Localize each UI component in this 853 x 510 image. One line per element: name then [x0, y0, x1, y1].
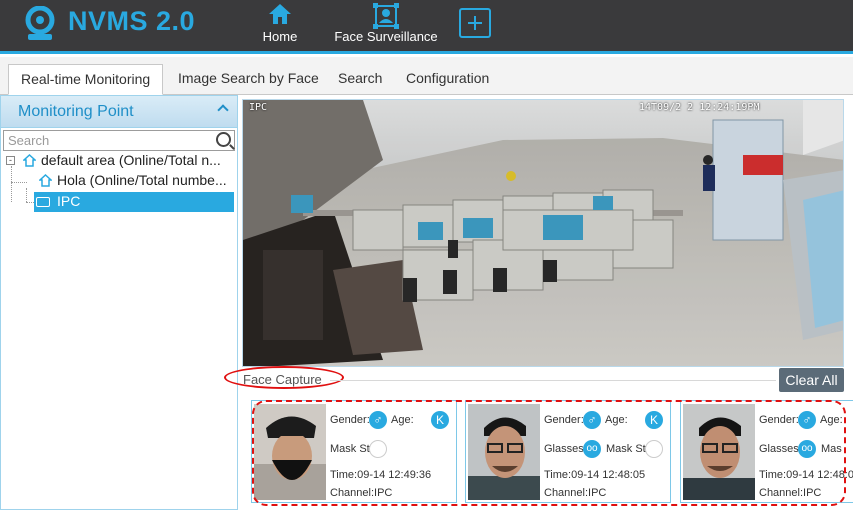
capture-time: Time:09-14 12:48:0: [759, 469, 853, 481]
clear-all-button[interactable]: Clear All: [779, 368, 844, 392]
nav-face-surveillance[interactable]: Face Surveillance: [330, 0, 442, 54]
face-photo: [468, 404, 540, 500]
mask-status-icon: [645, 440, 663, 458]
capture-time: Time:09-14 12:49:36: [330, 469, 432, 481]
tree-item-label: default area (Online/Total n...: [41, 152, 221, 168]
glasses-icon: oo: [798, 440, 816, 458]
glasses-label: Glasses:: [544, 443, 587, 455]
home-icon: [269, 4, 291, 24]
age-label: Age:: [391, 414, 414, 426]
face-capture-card[interactable]: Gender: ♂ Age: K Glasses: oo Mask St Tim…: [465, 400, 671, 503]
face-capture-card[interactable]: Gender: ♂ Age: K Mask St Time:09-14 12:4…: [251, 400, 457, 503]
tab-search[interactable]: Search: [326, 64, 394, 95]
top-navigation-bar: NVMS 2.0 Home Face Surveillance: [0, 0, 853, 54]
capture-channel: Channel:IPC: [759, 487, 822, 499]
age-label: Age:: [605, 414, 628, 426]
tree-connector: [26, 202, 34, 203]
face-surveillance-icon: [373, 3, 399, 29]
divider: [330, 380, 776, 381]
camera-icon: [36, 197, 50, 207]
app-title: NVMS 2.0: [68, 6, 196, 36]
search-input[interactable]: [4, 131, 204, 150]
nav-home[interactable]: Home: [252, 0, 308, 54]
video-timestamp-osd: 14T09/2 2 12:24:19PM: [639, 102, 760, 113]
tree-connector: [11, 166, 12, 202]
tab-real-time-monitoring[interactable]: Real-time Monitoring: [8, 64, 164, 95]
mask-status-label: Mask St: [606, 443, 646, 455]
capture-channel: Channel:IPC: [544, 487, 607, 499]
tree-item-label: IPC: [57, 193, 81, 209]
panel-title: Monitoring Point: [18, 103, 134, 120]
glasses-label: Glasses:: [759, 443, 802, 455]
camera-logo-icon: [25, 6, 55, 40]
mask-status-label: Mas: [821, 443, 842, 455]
age-label: Age:: [820, 414, 843, 426]
monitoring-point-panel: Monitoring Point - default area (Online/…: [0, 95, 238, 510]
area-house-icon: [39, 174, 52, 187]
capture-time: Time:09-14 12:48:05: [544, 469, 646, 481]
tree-item-hola[interactable]: Hola (Online/Total numbe...: [21, 171, 235, 191]
live-video-frame: [243, 100, 843, 366]
mask-status-label: Mask St: [330, 443, 370, 455]
face-capture-highlight-ellipse: [224, 366, 344, 389]
gender-label: Gender:: [330, 414, 370, 426]
mask-status-icon: [369, 440, 387, 458]
age-badge: K: [645, 411, 663, 429]
video-channel-osd: IPC: [249, 102, 268, 113]
tree-item-label: Hola (Online/Total numbe...: [57, 172, 227, 188]
search-box: [3, 130, 235, 151]
tab-bar: Real-time Monitoring Image Search by Fac…: [0, 57, 853, 95]
area-house-icon: [23, 154, 36, 167]
face-photo: [683, 404, 755, 500]
male-gender-icon: ♂: [798, 411, 816, 429]
male-gender-icon: ♂: [583, 411, 601, 429]
tree-item-ipc[interactable]: IPC: [34, 192, 234, 212]
collapse-chevron-icon[interactable]: [217, 104, 229, 116]
male-gender-icon: ♂: [369, 411, 387, 429]
gender-label: Gender:: [544, 414, 584, 426]
age-badge: K: [431, 411, 449, 429]
tab-image-search-by-face[interactable]: Image Search by Face: [166, 64, 331, 95]
face-capture-strip: Gender: ♂ Age: K Mask St Time:09-14 12:4…: [238, 392, 853, 510]
tree-item-default-area[interactable]: - default area (Online/Total n...: [5, 151, 235, 171]
tab-configuration[interactable]: Configuration: [394, 64, 501, 95]
live-video-view[interactable]: IPC 14T09/2 2 12:24:19PM: [242, 99, 844, 367]
tree-expander-icon[interactable]: -: [6, 156, 15, 165]
capture-channel: Channel:IPC: [330, 487, 393, 499]
add-module-button[interactable]: [459, 8, 491, 38]
gender-label: Gender:: [759, 414, 799, 426]
glasses-icon: oo: [583, 440, 601, 458]
face-photo: [254, 404, 326, 500]
panel-header: Monitoring Point: [1, 96, 237, 128]
nav-home-label: Home: [262, 29, 298, 44]
nav-face-surveillance-label: Face Surveillance: [334, 29, 438, 44]
search-icon[interactable]: [216, 132, 231, 147]
face-capture-card[interactable]: Gender: ♂ Age: K Glasses: oo Mas Time:09…: [680, 400, 853, 503]
